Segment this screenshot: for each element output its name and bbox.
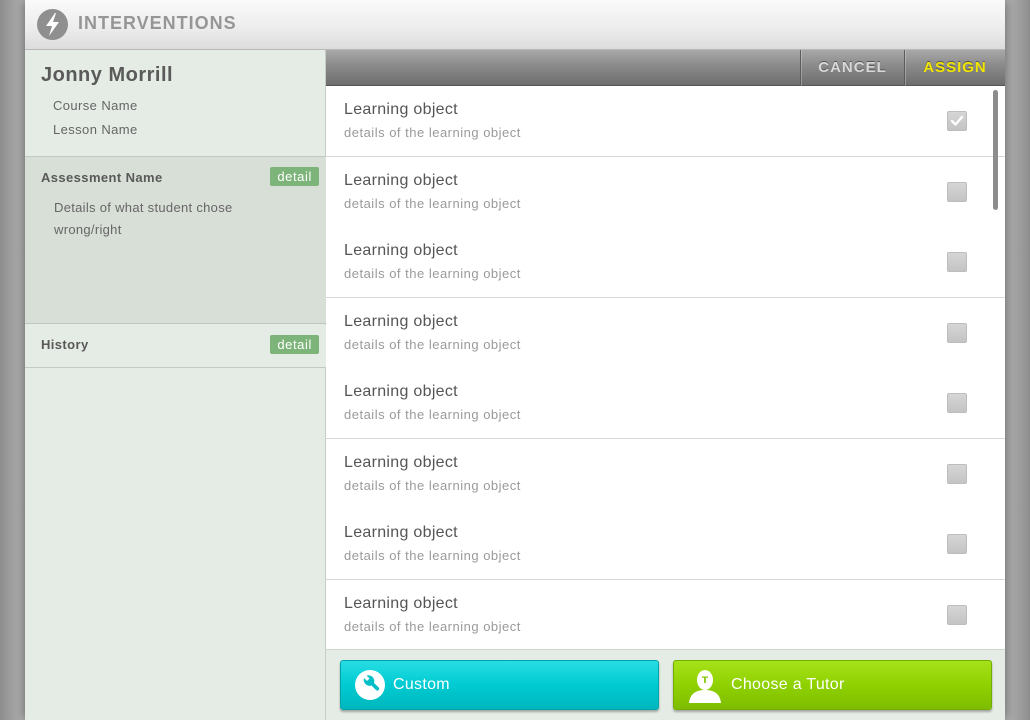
learning-object-checkbox[interactable]: [947, 111, 967, 131]
learning-object-detail: details of the learning object: [344, 618, 521, 634]
learning-object-checkbox[interactable]: [947, 252, 967, 272]
learning-object-row[interactable]: Learning object details of the learning o…: [326, 438, 1005, 510]
cancel-button[interactable]: CANCEL: [800, 50, 904, 86]
learning-object-title: Learning object: [344, 101, 458, 118]
learning-object-checkbox[interactable]: [947, 393, 967, 413]
learning-object-title: Learning object: [344, 524, 458, 541]
learning-object-detail: details of the learning object: [344, 548, 521, 563]
learning-object-row[interactable]: Learning object details of the learning o…: [326, 86, 1005, 157]
learning-object-row[interactable]: Learning object details of the learning o…: [326, 579, 1005, 649]
history-detail-button[interactable]: detail: [270, 335, 319, 354]
learning-object-title: Learning object: [344, 242, 458, 259]
student-sidebar: Jonny Morrill Course Name Lesson Name As…: [25, 50, 326, 720]
tutor-person-icon: T: [687, 669, 723, 708]
list-scrollbar[interactable]: [993, 90, 998, 210]
history-section[interactable]: History detail: [25, 325, 326, 368]
learning-objects-pane: CANCEL ASSIGN Learning object details of …: [326, 50, 1005, 720]
learning-object-detail: details of the learning object: [344, 125, 521, 140]
learning-object-detail: details of the learning object: [344, 477, 521, 493]
custom-button[interactable]: Custom: [340, 660, 659, 710]
learning-object-row[interactable]: Learning object details of the learning o…: [326, 297, 1005, 369]
learning-object-checkbox[interactable]: [947, 463, 967, 484]
learning-object-row[interactable]: Learning object details of the learning o…: [326, 227, 1005, 298]
learning-object-checkbox[interactable]: [947, 604, 967, 625]
learning-object-detail: details of the learning object: [344, 407, 521, 422]
assessment-section: Assessment Name detail Details of what s…: [25, 157, 326, 324]
student-info: Jonny Morrill Course Name Lesson Name: [25, 50, 326, 157]
learning-object-detail: details of the learning object: [344, 195, 521, 211]
background-left: [0, 0, 25, 720]
history-title: History: [41, 337, 89, 352]
student-name: Jonny Morrill: [41, 64, 174, 86]
page-title: INTERVENTIONS: [78, 13, 237, 33]
course-name: Course Name: [53, 98, 138, 113]
svg-text:T: T: [702, 676, 709, 686]
learning-object-checkbox[interactable]: [947, 181, 967, 202]
footer-actions: Custom T Choose a Tutor: [326, 649, 1005, 720]
checkmark-icon: [950, 115, 964, 126]
learning-object-detail: details of the learning object: [344, 266, 521, 281]
custom-button-label: Custom: [393, 676, 450, 693]
assign-button[interactable]: ASSIGN: [904, 50, 1005, 86]
assessment-detail-button[interactable]: detail: [270, 167, 319, 186]
learning-object-list: Learning object details of the learning o…: [326, 86, 1005, 649]
lesson-name: Lesson Name: [53, 122, 138, 137]
lightning-icon: [37, 9, 68, 40]
learning-object-row[interactable]: Learning object details of the learning o…: [326, 368, 1005, 439]
learning-object-title: Learning object: [344, 453, 458, 471]
choose-tutor-label: Choose a Tutor: [731, 676, 845, 693]
background-right: [1005, 0, 1030, 720]
learning-object-row[interactable]: Learning object details of the learning o…: [326, 156, 1005, 228]
assessment-title: Assessment Name: [41, 170, 163, 185]
learning-object-title: Learning object: [344, 594, 458, 612]
interventions-panel: INTERVENTIONS Jonny Morrill Course Name …: [25, 0, 1005, 720]
assessment-details: Details of what student chose wrong/righ…: [54, 200, 233, 237]
title-bar: INTERVENTIONS: [25, 0, 1005, 50]
learning-object-checkbox[interactable]: [947, 534, 967, 554]
learning-object-row[interactable]: Learning object details of the learning o…: [326, 509, 1005, 580]
learning-object-checkbox[interactable]: [947, 322, 967, 343]
learning-object-title: Learning object: [344, 171, 458, 189]
learning-object-detail: details of the learning object: [344, 336, 521, 352]
learning-object-title: Learning object: [344, 383, 458, 400]
learning-object-title: Learning object: [344, 312, 458, 330]
choose-tutor-button[interactable]: T Choose a Tutor: [673, 660, 992, 710]
wrench-icon: [354, 669, 386, 706]
action-bar: CANCEL ASSIGN: [326, 50, 1005, 86]
